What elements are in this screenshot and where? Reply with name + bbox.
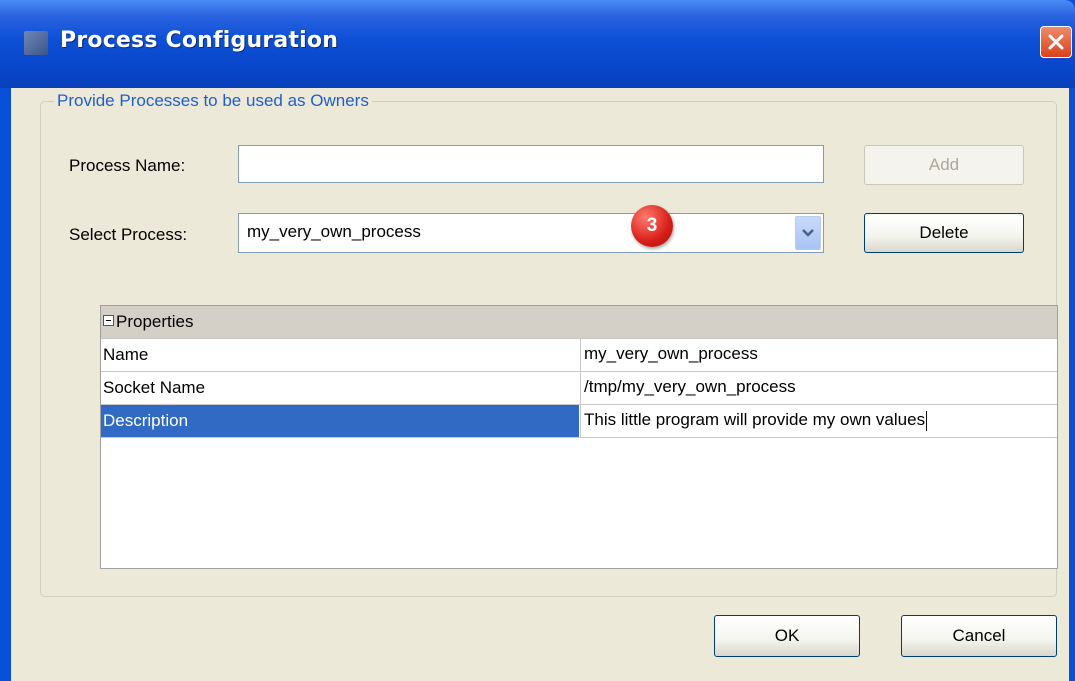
properties-header-label: Properties xyxy=(116,312,194,331)
chevron-down-icon xyxy=(802,229,814,237)
property-name: Description xyxy=(101,405,579,437)
process-configuration-window: Process Configuration Provide Processes … xyxy=(0,0,1075,681)
property-name: Socket Name xyxy=(103,378,206,397)
property-value-text: This little program will provide my own … xyxy=(584,410,926,429)
title-bar[interactable]: Process Configuration xyxy=(0,0,1075,88)
properties-header[interactable]: Properties xyxy=(101,306,1057,338)
process-name-input[interactable] xyxy=(238,145,824,183)
window-title: Process Configuration xyxy=(60,28,339,53)
grid-divider xyxy=(101,437,1057,438)
property-value[interactable]: /tmp/my_very_own_process xyxy=(580,372,1057,404)
add-button[interactable]: Add xyxy=(864,145,1024,185)
property-row-description[interactable]: Description This little program will pro… xyxy=(101,404,1057,437)
cancel-button[interactable]: Cancel xyxy=(901,615,1057,657)
select-process-label: Select Process: xyxy=(69,225,188,244)
property-value[interactable]: my_very_own_process xyxy=(580,339,1057,371)
select-process-dropdown[interactable]: my_very_own_process xyxy=(238,213,824,253)
close-icon xyxy=(1048,34,1064,50)
property-name: Name xyxy=(103,345,149,364)
delete-button[interactable]: Delete xyxy=(864,213,1024,253)
property-value-editor[interactable]: This little program will provide my own … xyxy=(580,405,1057,437)
app-icon xyxy=(24,31,48,55)
step-callout-badge: 3 xyxy=(631,205,673,247)
dialog-body: Provide Processes to be used as Owners P… xyxy=(11,88,1069,681)
owners-group: Provide Processes to be used as Owners P… xyxy=(40,91,1058,597)
close-button[interactable] xyxy=(1040,26,1072,58)
dropdown-arrow-button[interactable] xyxy=(795,216,821,250)
process-name-label: Process Name: xyxy=(69,156,186,175)
ok-button[interactable]: OK xyxy=(714,615,860,657)
select-process-value: my_very_own_process xyxy=(247,222,421,241)
group-legend: Provide Processes to be used as Owners xyxy=(54,91,372,111)
minus-box-icon[interactable] xyxy=(103,315,114,326)
properties-grid[interactable]: Properties Name my_very_own_process Sock… xyxy=(100,305,1058,569)
property-row-socket-name[interactable]: Socket Name /tmp/my_very_own_process xyxy=(101,371,1057,404)
text-caret xyxy=(926,410,928,431)
property-row-name[interactable]: Name my_very_own_process xyxy=(101,338,1057,371)
